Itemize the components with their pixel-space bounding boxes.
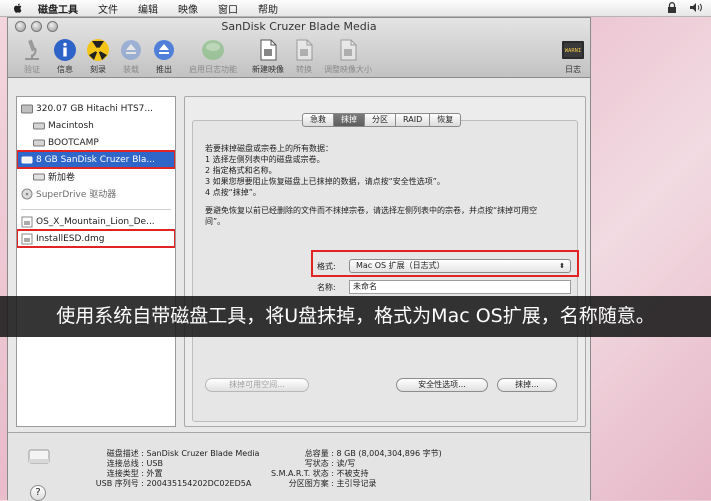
erase-button[interactable]: 抹掉...: [497, 378, 557, 392]
lock-icon[interactable]: [667, 2, 677, 13]
sidebar-item-label: SuperDrive 驱动器: [36, 190, 117, 200]
sidebar-item-label: BOOTCAMP: [48, 137, 99, 148]
menu-disk-utility[interactable]: 磁盘工具: [38, 1, 78, 16]
sidebar-item-macintosh[interactable]: Macintosh: [17, 117, 175, 134]
sidebar-item-label: 8 GB SanDisk Cruzer Bla...: [36, 154, 156, 165]
optical-drive-icon: [21, 188, 33, 199]
convert-button[interactable]: 转换: [284, 38, 324, 75]
info-icon: [54, 39, 76, 61]
dmg-icon: [21, 216, 33, 227]
help-button[interactable]: ?: [30, 485, 46, 501]
note-line: 间”。: [205, 217, 226, 226]
resize-image-icon: [340, 39, 357, 61]
sidebar-item-label: InstallESD.dmg: [36, 233, 105, 244]
log-icon: WARNI: [562, 41, 584, 59]
toolbar: SanDisk Cruzer Blade Media 验证 信息 刻录 装载 推…: [8, 18, 590, 78]
menu-bar: 磁盘工具 文件 编辑 映像 窗口 帮助: [0, 0, 711, 17]
name-label: 名称:: [317, 283, 336, 292]
hard-disk-icon: [21, 104, 33, 113]
sidebar-item-new-volume[interactable]: 新加卷: [17, 168, 175, 185]
volume-icon[interactable]: [689, 2, 703, 13]
microscope-icon: [25, 39, 39, 60]
convert-icon: [296, 39, 313, 61]
mount-icon: [121, 40, 141, 60]
sidebar-item-superdrive[interactable]: SuperDrive 驱动器: [17, 185, 175, 202]
tab-partition[interactable]: 分区: [364, 113, 396, 127]
resize-image-label: 调整映像大小: [324, 65, 372, 74]
sidebar-item-label: Macintosh: [48, 120, 94, 131]
info-connection-bus: 连接总线 : USB: [106, 459, 163, 468]
usb-drive-icon: [28, 449, 50, 464]
apple-icon[interactable]: [10, 2, 26, 14]
tab-raid[interactable]: RAID: [395, 113, 431, 127]
sidebar-item-label: 新加卷: [48, 173, 76, 183]
disk-info-bar: 磁盘描述 : SanDisk Cruzer Blade Media 连接总线 :…: [8, 432, 590, 501]
format-highlight-box: [311, 250, 579, 277]
tab-bar: 急救 抹掉 分区 RAID 恢复: [302, 113, 462, 127]
sidebar-item-label: OS_X_Mountain_Lion_De...: [36, 216, 155, 227]
instruction-line: 1 选择左侧列表中的磁盘或宗卷。: [205, 155, 325, 164]
caption-banner: 使用系统自带磁盘工具，将U盘抹掉，格式为Mac OS扩展，名称随意。: [0, 296, 711, 337]
sidebar-item-sandisk-usb[interactable]: 8 GB SanDisk Cruzer Bla...: [17, 150, 175, 169]
volume-icon: [33, 173, 45, 180]
info-total-capacity: 总容量 : 8 GB (8,004,304,896 字节): [304, 449, 442, 458]
eject-label: 推出: [156, 65, 172, 74]
eject-icon: [154, 40, 174, 60]
menu-image[interactable]: 映像: [178, 1, 198, 16]
tab-erase[interactable]: 抹掉: [333, 113, 365, 127]
new-image-button[interactable]: 新建映像: [248, 38, 288, 75]
info-usb-serial: USB 序列号 : 200435154202DC02ED5A: [95, 479, 252, 488]
sidebar-item-label: 320.07 GB Hitachi HTS7...: [36, 103, 153, 114]
info-write-status: 写状态 : 读/写: [304, 459, 356, 468]
tab-first-aid[interactable]: 急救: [302, 113, 334, 127]
info-partition-scheme: 分区图方案 : 主引导记录: [288, 479, 377, 488]
window-title: SanDisk Cruzer Blade Media: [221, 20, 377, 33]
enable-journaling-label: 启用日志功能: [189, 65, 237, 74]
enable-journaling-button[interactable]: 启用日志功能: [183, 38, 243, 75]
sidebar-item-bootcamp[interactable]: BOOTCAMP: [17, 134, 175, 151]
erase-content: 若要抹掉磁盘或宗卷上的所有数据： 1 选择左侧列表中的磁盘或宗卷。 2 指定格式…: [192, 120, 579, 422]
instruction-line: 若要抹掉磁盘或宗卷上的所有数据：: [205, 144, 333, 153]
menu-edit[interactable]: 编辑: [138, 1, 158, 16]
new-image-label: 新建映像: [252, 65, 284, 74]
log-icon-text: WARNI: [565, 48, 582, 54]
convert-label: 转换: [296, 65, 312, 74]
device-sidebar[interactable]: 320.07 GB Hitachi HTS7... Macintosh BOOT…: [16, 96, 176, 427]
instruction-line: 2 指定格式和名称。: [205, 166, 277, 175]
sidebar-item-installesd-dmg[interactable]: InstallESD.dmg: [17, 229, 175, 248]
log-label: 日志: [565, 65, 581, 74]
security-options-button[interactable]: 安全性选项...: [396, 378, 488, 392]
new-image-icon: [260, 39, 277, 61]
erase-panel: 急救 抹掉 分区 RAID 恢复 若要抹掉磁盘或宗卷上的所有数据： 1 选择左侧…: [184, 96, 586, 427]
tab-restore[interactable]: 恢复: [429, 113, 462, 127]
journal-icon: [202, 40, 224, 60]
usb-drive-icon: [21, 156, 33, 163]
info-disk-description: 磁盘描述 : SanDisk Cruzer Blade Media: [106, 449, 260, 458]
menu-window[interactable]: 窗口: [218, 1, 238, 16]
sidebar-item-mountain-lion-dmg[interactable]: OS_X_Mountain_Lion_De...: [17, 213, 175, 230]
instruction-line: 4 点按“抹掉”。: [205, 188, 261, 197]
info-connection-type: 连接类型 : 外置: [106, 469, 163, 478]
dmg-icon: [21, 233, 33, 244]
resize-image-button[interactable]: 调整映像大小: [320, 38, 376, 75]
volume-icon: [33, 122, 45, 129]
sidebar-item-hitachi-disk[interactable]: 320.07 GB Hitachi HTS7...: [17, 100, 175, 117]
eject-button[interactable]: 推出: [144, 38, 184, 75]
volume-icon: [33, 139, 45, 146]
burn-icon: [87, 39, 109, 61]
name-field[interactable]: 未命名: [349, 280, 571, 294]
log-button[interactable]: WARNI 日志: [558, 38, 588, 75]
instruction-line: 3 如果您想要阻止恢复磁盘上已抹掉的数据，请点按“安全性选项”。: [205, 177, 445, 186]
menu-file[interactable]: 文件: [98, 1, 118, 16]
erase-free-space-button[interactable]: 抹掉可用空间...: [205, 378, 309, 392]
menu-help[interactable]: 帮助: [258, 1, 278, 16]
info-smart-status: S.M.A.R.T. 状态 : 不被支持: [270, 469, 369, 478]
disk-utility-window: SanDisk Cruzer Blade Media 验证 信息 刻录 装载 推…: [7, 17, 591, 501]
note-line: 要避免恢复以前已经删除的文件而不抹掉宗卷，请选择左侧列表中的宗卷，并点按“抹掉可…: [205, 206, 538, 215]
